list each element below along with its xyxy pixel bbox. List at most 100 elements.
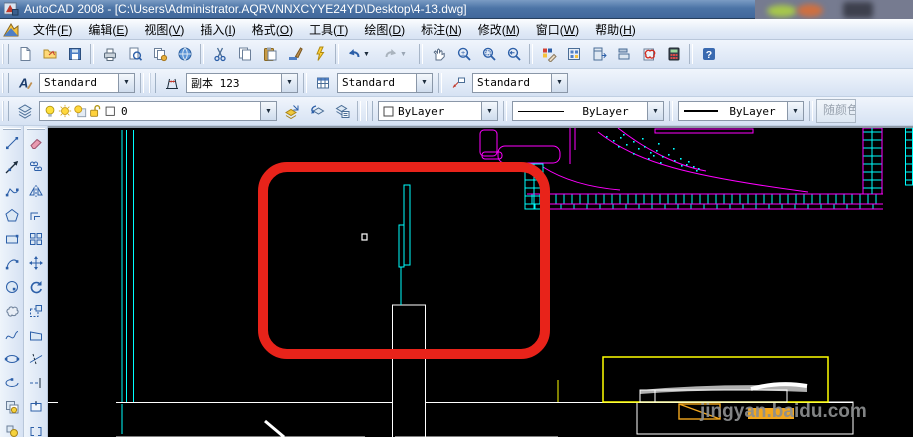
break-at-point-icon[interactable] <box>24 395 48 419</box>
toolbar-grip[interactable] <box>26 128 45 130</box>
toolbar-grip[interactable] <box>2 101 9 121</box>
menu-file[interactable]: 文件(F) <box>25 19 80 40</box>
trim-icon[interactable] <box>24 347 48 371</box>
color-swatch-icon[interactable] <box>103 104 117 118</box>
dropdown-arrow[interactable]: ▼ <box>787 102 803 120</box>
array-icon[interactable] <box>24 227 48 251</box>
zoom-previous-icon[interactable] <box>501 42 526 67</box>
menu-help[interactable]: 帮助(H) <box>587 19 644 40</box>
properties-icon[interactable] <box>536 42 561 67</box>
spline-icon[interactable] <box>0 323 24 347</box>
erase-icon[interactable] <box>24 131 48 155</box>
color-combo[interactable]: ByLayer ▼ <box>378 101 498 121</box>
arc-icon[interactable] <box>0 251 24 275</box>
toolbar-grip[interactable] <box>2 44 9 64</box>
dim-style-icon[interactable] <box>159 70 184 95</box>
save-icon[interactable] <box>62 42 87 67</box>
circle-icon[interactable] <box>0 275 24 299</box>
sheet-set-manager-icon[interactable] <box>611 42 636 67</box>
dropdown-arrow[interactable]: ▼ <box>118 73 134 92</box>
toolbar-grip[interactable] <box>149 72 156 93</box>
help-icon[interactable]: ? <box>696 42 721 67</box>
construction-line-icon[interactable] <box>0 155 24 179</box>
offset-icon[interactable] <box>24 203 48 227</box>
make-object-layer-current-icon[interactable] <box>279 99 304 124</box>
plot-style-button[interactable]: 随颜色 <box>816 99 856 123</box>
mirror-icon[interactable] <box>24 179 48 203</box>
dropdown-arrow[interactable]: ▼ <box>481 102 497 120</box>
sun-viewport-icon[interactable] <box>73 104 87 118</box>
plot-preview-icon[interactable] <box>122 42 147 67</box>
move-icon[interactable] <box>24 251 48 275</box>
layer-states-manager-icon[interactable] <box>329 99 354 124</box>
sun-thaw-icon[interactable] <box>58 104 72 118</box>
menu-window[interactable]: 窗口(W) <box>528 19 587 40</box>
stretch-icon[interactable] <box>24 323 48 347</box>
table-style-combo[interactable]: Standard ▼ <box>337 72 433 93</box>
menu-dimension[interactable]: 标注(N) <box>413 19 470 40</box>
polygon-icon[interactable] <box>0 203 24 227</box>
rectangle-icon[interactable] <box>0 227 24 251</box>
polyline-icon[interactable] <box>0 179 24 203</box>
copy-clip-icon[interactable] <box>232 42 257 67</box>
pan-icon[interactable] <box>426 42 451 67</box>
copy-icon[interactable] <box>24 155 48 179</box>
toolbar-grip[interactable] <box>366 101 373 121</box>
dropdown-arrow[interactable]: ▼ <box>551 73 567 92</box>
line-icon[interactable] <box>0 131 24 155</box>
table-style-icon[interactable] <box>310 70 335 95</box>
text-style-combo[interactable]: Standard ▼ <box>39 72 135 93</box>
3d-dwf-icon[interactable] <box>172 42 197 67</box>
lock-open-icon[interactable] <box>88 104 102 118</box>
multileader-style-icon[interactable] <box>445 70 470 95</box>
multileader-style-combo[interactable]: Standard ▼ <box>472 72 568 93</box>
ellipse-arc-icon[interactable] <box>0 371 24 395</box>
menu-edit[interactable]: 编辑(E) <box>80 19 136 40</box>
layer-properties-manager-icon[interactable] <box>12 99 37 124</box>
linetype-combo[interactable]: ByLayer ▼ <box>512 101 664 121</box>
bulb-on-icon[interactable] <box>43 104 57 118</box>
layer-previous-icon[interactable] <box>304 99 329 124</box>
drawing-canvas[interactable]: jingyan.baidu.com <box>48 126 913 437</box>
zoom-window-icon[interactable] <box>476 42 501 67</box>
text-style-icon[interactable]: A <box>12 70 37 95</box>
toolbar-grip[interactable] <box>2 72 9 93</box>
break-icon[interactable] <box>24 419 48 437</box>
layer-combo[interactable]: 0 ▼ <box>39 101 277 121</box>
menu-modify[interactable]: 修改(M) <box>470 19 528 40</box>
dropdown-arrow[interactable]: ▼ <box>416 73 432 92</box>
revision-cloud-icon[interactable] <box>0 299 24 323</box>
make-block-icon[interactable] <box>0 419 24 437</box>
insert-block-icon[interactable] <box>0 395 24 419</box>
menu-draw[interactable]: 绘图(D) <box>356 19 413 40</box>
menu-tools[interactable]: 工具(T) <box>301 19 356 40</box>
quickcalc-icon[interactable] <box>661 42 686 67</box>
plot-icon[interactable] <box>97 42 122 67</box>
designcenter-icon[interactable] <box>561 42 586 67</box>
dim-style-combo[interactable]: 副本 123 ▼ <box>186 72 298 93</box>
new-icon[interactable] <box>12 42 37 67</box>
lineweight-combo[interactable]: ByLayer ▼ <box>678 101 804 121</box>
menu-view[interactable]: 视图(V) <box>136 19 192 40</box>
scale-icon[interactable] <box>24 299 48 323</box>
toolbar-grip[interactable] <box>2 128 21 130</box>
zoom-realtime-icon[interactable]: ± <box>451 42 476 67</box>
extend-icon[interactable] <box>24 371 48 395</box>
tool-palettes-icon[interactable] <box>586 42 611 67</box>
rotate-icon[interactable] <box>24 275 48 299</box>
dropdown-arrow[interactable]: ▼ <box>281 73 297 92</box>
undo-icon[interactable]: ▼ <box>342 42 379 67</box>
dropdown-arrow[interactable]: ▼ <box>260 102 276 120</box>
publish-icon[interactable] <box>147 42 172 67</box>
ellipse-icon[interactable] <box>0 347 24 371</box>
block-editor-icon[interactable] <box>307 42 332 67</box>
cut-icon[interactable] <box>207 42 232 67</box>
open-icon[interactable] <box>37 42 62 67</box>
menu-format[interactable]: 格式(O) <box>244 19 301 40</box>
menu-insert[interactable]: 插入(I) <box>192 19 243 40</box>
match-properties-icon[interactable] <box>282 42 307 67</box>
paste-icon[interactable] <box>257 42 282 67</box>
title-bar[interactable]: AutoCAD 2008 - [C:\Users\Administrator.A… <box>0 0 913 19</box>
drawing-doc-icon[interactable] <box>3 22 19 37</box>
redo-icon[interactable]: ▼ <box>379 42 416 67</box>
